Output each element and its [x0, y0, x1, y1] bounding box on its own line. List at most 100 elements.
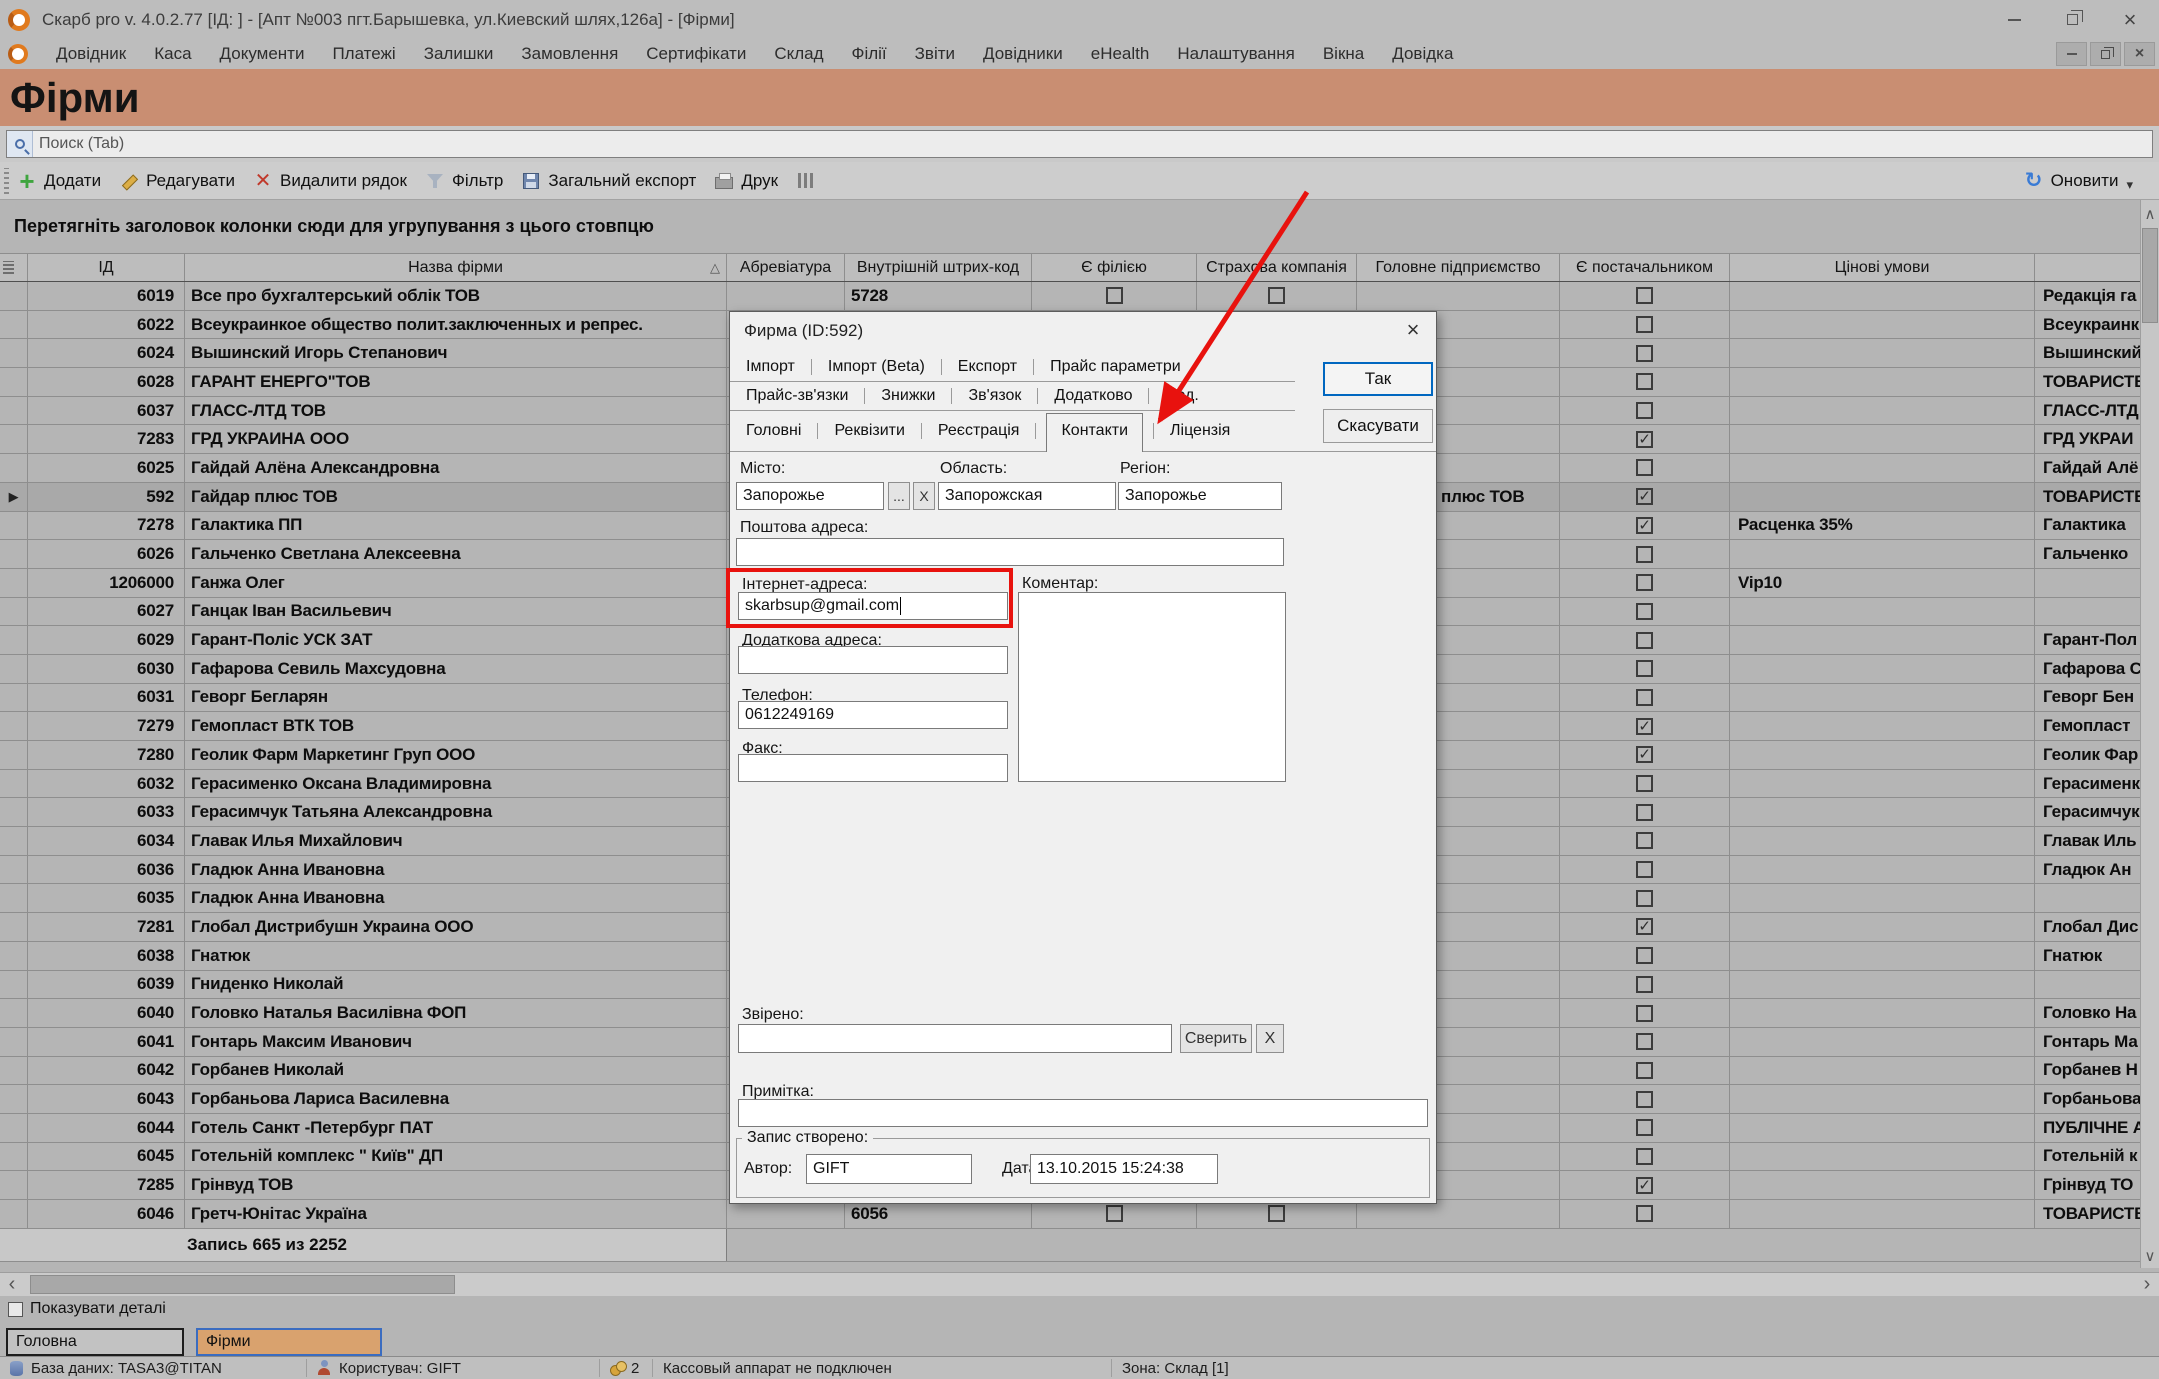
- checkbox[interactable]: [1268, 287, 1285, 304]
- menu-item[interactable]: Залишки: [410, 44, 508, 64]
- verify-clear-button[interactable]: X: [1256, 1024, 1284, 1053]
- checkbox[interactable]: [1636, 947, 1653, 964]
- refresh-dropdown-icon[interactable]: ▾: [2126, 177, 2133, 193]
- child-minimize-button[interactable]: [2056, 42, 2087, 66]
- cancel-button[interactable]: Скасувати: [1323, 409, 1433, 443]
- oblast-field[interactable]: Запорожская: [938, 482, 1116, 510]
- ok-button[interactable]: Так: [1323, 362, 1433, 396]
- city-clear-button[interactable]: X: [913, 482, 935, 510]
- scroll-left-icon[interactable]: ‹: [2, 1273, 22, 1296]
- checkbox[interactable]: [1636, 918, 1653, 935]
- scroll-up-icon[interactable]: ∧: [2141, 204, 2159, 224]
- checkbox[interactable]: [1636, 1091, 1653, 1108]
- minimize-button[interactable]: [1985, 0, 2043, 39]
- dialog-tab-контакти[interactable]: Контакти: [1046, 413, 1143, 452]
- column-header-id[interactable]: ІД: [28, 254, 185, 281]
- region-field[interactable]: Запорожье: [1118, 482, 1282, 510]
- checkbox[interactable]: [1636, 431, 1653, 448]
- verified-field[interactable]: [738, 1024, 1172, 1053]
- checkbox[interactable]: [1636, 402, 1653, 419]
- dialog-tab-прайс-параметри[interactable]: Прайс параметри: [1044, 358, 1187, 376]
- tab-holovna[interactable]: Головна: [6, 1328, 184, 1356]
- checkbox[interactable]: [1636, 517, 1653, 534]
- column-header-name[interactable]: Назва фірми△: [185, 254, 727, 281]
- menu-item[interactable]: eHealth: [1077, 44, 1164, 64]
- fax-field[interactable]: [738, 754, 1008, 782]
- menu-item[interactable]: Довідники: [969, 44, 1077, 64]
- checkbox[interactable]: [1636, 459, 1653, 476]
- checkbox[interactable]: [1636, 632, 1653, 649]
- table-row[interactable]: 6019Все про бухгалтерський облік ТОВ5728…: [0, 282, 2159, 311]
- show-details-toggle[interactable]: Показувати деталі: [8, 1300, 166, 1318]
- menu-item[interactable]: Довідка: [1378, 44, 1467, 64]
- checkbox[interactable]: [1636, 345, 1653, 362]
- internet-address-field[interactable]: skarbsup@gmail.com: [738, 592, 1008, 620]
- column-header-filial[interactable]: Є філією: [1032, 254, 1197, 281]
- checkbox[interactable]: [1636, 1119, 1653, 1136]
- checkbox[interactable]: [1636, 1005, 1653, 1022]
- vertical-scrollbar[interactable]: ∧ ∨: [2140, 200, 2159, 1268]
- menu-item[interactable]: Документи: [206, 44, 319, 64]
- menu-item[interactable]: Вікна: [1309, 44, 1378, 64]
- checkbox[interactable]: [1106, 287, 1123, 304]
- scroll-right-icon[interactable]: ›: [2137, 1273, 2157, 1296]
- dialog-tab-дод-[interactable]: Дод.: [1159, 387, 1204, 405]
- column-header-insurance[interactable]: Страхова компанія: [1197, 254, 1357, 281]
- checkbox[interactable]: [1636, 488, 1653, 505]
- vertical-scroll-thumb[interactable]: [2142, 228, 2158, 323]
- postal-address-field[interactable]: [736, 538, 1284, 566]
- extra-address-field[interactable]: [738, 646, 1008, 674]
- checkbox[interactable]: [1636, 976, 1653, 993]
- note-field[interactable]: [738, 1099, 1428, 1127]
- export-button[interactable]: Загальний експорт: [521, 171, 696, 191]
- column-header-price[interactable]: Цінові умови: [1730, 254, 2035, 281]
- dialog-tab-імпорт-beta-[interactable]: Імпорт (Beta): [822, 358, 931, 376]
- dialog-tab-додатково[interactable]: Додатково: [1048, 387, 1138, 405]
- tab-firmy[interactable]: Фірми: [196, 1328, 382, 1356]
- checkbox[interactable]: [1106, 1205, 1123, 1222]
- dialog-tab-головні[interactable]: Головні: [740, 422, 807, 440]
- checkbox[interactable]: [1636, 832, 1653, 849]
- author-field[interactable]: GIFT: [806, 1154, 972, 1184]
- search-box[interactable]: [6, 130, 2153, 158]
- dialog-tab-реквізити[interactable]: Реквізити: [828, 422, 910, 440]
- menu-item[interactable]: Склад: [760, 44, 837, 64]
- menu-item[interactable]: Платежі: [318, 44, 409, 64]
- search-input[interactable]: [33, 135, 2152, 153]
- column-header-supplier[interactable]: Є постачальником: [1560, 254, 1730, 281]
- edit-button[interactable]: Редагувати: [119, 171, 235, 191]
- table-row[interactable]: 6046Гретч-Юнітас Україна6056ТОВАРИСТВ: [0, 1200, 2159, 1229]
- child-close-button[interactable]: ×: [2124, 42, 2155, 66]
- column-header-abbrev[interactable]: Абревіатура: [727, 254, 845, 281]
- dialog-tab-прайс-зв-язки[interactable]: Прайс-зв'язки: [740, 387, 854, 405]
- checkbox[interactable]: [1636, 1148, 1653, 1165]
- dialog-tab-імпорт[interactable]: Імпорт: [740, 358, 801, 376]
- child-restore-button[interactable]: [2090, 42, 2121, 66]
- add-button[interactable]: +Додати: [17, 171, 101, 191]
- checkbox[interactable]: [1636, 746, 1653, 763]
- city-field[interactable]: Запорожье: [736, 482, 884, 510]
- column-header-full[interactable]: [2035, 254, 2154, 281]
- checkbox[interactable]: [1636, 373, 1653, 390]
- filter-button[interactable]: Фільтр: [425, 171, 503, 191]
- menu-item[interactable]: Звіти: [901, 44, 969, 64]
- menu-item[interactable]: Налаштування: [1163, 44, 1309, 64]
- checkbox[interactable]: [1636, 603, 1653, 620]
- checkbox[interactable]: [1636, 287, 1653, 304]
- city-browse-button[interactable]: ...: [888, 482, 910, 510]
- checkbox[interactable]: [1636, 316, 1653, 333]
- comment-field[interactable]: [1018, 592, 1286, 782]
- horizontal-scroll-thumb[interactable]: [30, 1275, 455, 1294]
- menu-item[interactable]: Філії: [838, 44, 901, 64]
- scroll-down-icon[interactable]: ∨: [2141, 1246, 2159, 1266]
- dialog-close-icon[interactable]: ×: [1398, 316, 1428, 344]
- dialog-tab-зв-язок[interactable]: Зв'язок: [962, 387, 1027, 405]
- checkbox[interactable]: [1636, 1205, 1653, 1222]
- checkbox[interactable]: [1636, 1177, 1653, 1194]
- checkbox[interactable]: [1268, 1205, 1285, 1222]
- restore-button[interactable]: [2043, 0, 2101, 39]
- menu-item[interactable]: Довідник: [42, 44, 140, 64]
- columns-button[interactable]: [796, 171, 823, 191]
- checkbox[interactable]: [1636, 689, 1653, 706]
- checkbox[interactable]: [1636, 546, 1653, 563]
